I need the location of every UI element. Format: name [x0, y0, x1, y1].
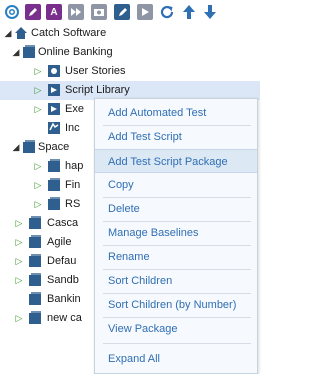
folder-icon [22, 140, 36, 154]
collapsed-arrow-icon[interactable]: ▷ [14, 255, 24, 267]
edit-text-icon[interactable]: A [46, 4, 62, 20]
tree-node-label: new ca [47, 312, 82, 324]
folder-icon [28, 311, 42, 325]
refresh-icon[interactable] [159, 4, 175, 20]
folder-icon [28, 292, 42, 306]
menu-item-manage-baselines[interactable]: Manage Baselines [95, 221, 257, 245]
folder-icon [47, 197, 61, 211]
collapsed-arrow-icon[interactable]: ▷ [33, 160, 43, 172]
tree-node-label: Online Banking [38, 46, 113, 58]
tree-node-label: Exe [65, 103, 84, 115]
tree-node-label: RS [65, 198, 81, 210]
folder-icon [28, 273, 42, 287]
collapsed-arrow-icon[interactable]: ▷ [33, 103, 43, 115]
tree-node-label: Defau [47, 255, 77, 267]
menu-item-rename[interactable]: Rename [95, 245, 257, 269]
collapsed-arrow-icon[interactable]: ▷ [14, 312, 24, 324]
tree-node-label: hap [65, 160, 84, 172]
tree-node-label: Inc [65, 122, 80, 134]
run-icon[interactable] [137, 4, 153, 20]
tree-node-label: Agile [47, 236, 72, 248]
edit-folder-icon[interactable] [114, 4, 130, 20]
tree-node-label: Fin [65, 179, 81, 191]
tree-node-label: Bankin [47, 293, 81, 305]
user-stories-icon [47, 64, 61, 78]
collapsed-arrow-icon[interactable]: ▷ [14, 274, 24, 286]
menu-item-sort-children-by-number[interactable]: Sort Children (by Number) [95, 293, 257, 317]
expanded-arrow-icon[interactable]: ◢ [3, 27, 13, 39]
execute-icon[interactable] [68, 4, 84, 20]
incident-icon [47, 121, 61, 135]
menu-item-copy[interactable]: Copy [95, 173, 257, 197]
move-down-icon[interactable] [202, 4, 218, 20]
folder-icon [47, 178, 61, 192]
folder-icon [47, 159, 61, 173]
expanded-arrow-icon[interactable]: ◢ [11, 141, 21, 153]
tree-node-label: Casca [47, 217, 79, 229]
collapsed-arrow-icon[interactable]: ▷ [33, 65, 43, 77]
folder-icon [28, 254, 42, 268]
execution-icon [47, 102, 61, 116]
menu-item-expand-all[interactable]: Expand All [95, 347, 257, 371]
menu-separator [103, 343, 251, 344]
tree-node-label: Space [38, 141, 70, 153]
move-up-icon[interactable] [181, 4, 197, 20]
menu-item-delete[interactable]: Delete [95, 197, 257, 221]
folder-icon [28, 235, 42, 249]
tree-node-root[interactable]: ◢ Catch Software [0, 24, 260, 43]
collapsed-arrow-icon[interactable]: ▷ [14, 217, 24, 229]
tree-node-user-stories[interactable]: ▷ User Stories [0, 62, 260, 81]
menu-item-sort-children[interactable]: Sort Children [95, 269, 257, 293]
menu-item-add-automated-test[interactable]: Add Automated Test [95, 101, 257, 125]
expanded-arrow-icon[interactable]: ◢ [11, 46, 21, 58]
toolbar: A [0, 0, 260, 24]
tree-node-online-banking[interactable]: ◢ Online Banking [0, 43, 260, 62]
collapsed-arrow-icon[interactable]: ▷ [33, 198, 43, 210]
context-menu: Add Automated Test Add Test Script Add T… [94, 98, 258, 374]
home-icon [14, 26, 28, 40]
tree-node-label: User Stories [65, 65, 126, 77]
tree-node-label: Catch Software [31, 27, 107, 39]
script-icon [47, 83, 61, 97]
menu-item-add-test-script[interactable]: Add Test Script [95, 125, 257, 149]
gear-icon[interactable] [4, 4, 20, 20]
folder-icon [28, 216, 42, 230]
collapsed-arrow-icon[interactable]: ▷ [33, 84, 43, 96]
collapsed-arrow-icon[interactable]: ▷ [33, 179, 43, 191]
menu-item-view-package[interactable]: View Package [95, 317, 257, 341]
menu-item-add-test-script-package[interactable]: Add Test Script Package [95, 149, 257, 173]
edit-pencil-icon[interactable] [25, 4, 41, 20]
tree-node-label: Script Library [65, 84, 130, 96]
tree-node-label: Sandb [47, 274, 79, 286]
folder-icon [22, 45, 36, 59]
collapsed-arrow-icon[interactable]: ▷ [14, 236, 24, 248]
camera-icon[interactable] [91, 4, 107, 20]
